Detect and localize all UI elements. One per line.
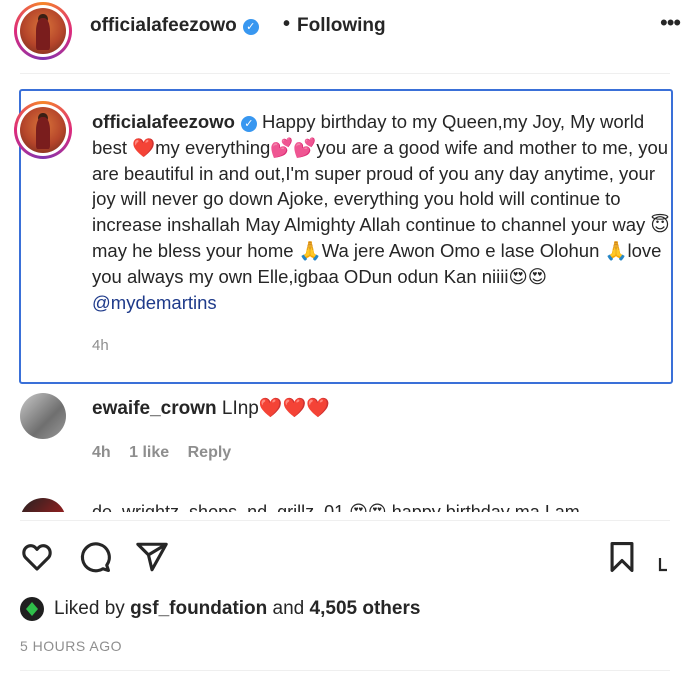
- partial-icon: [658, 558, 667, 572]
- likes-prefix: Liked by: [54, 598, 125, 619]
- comment-username[interactable]: ewaife_crown: [92, 398, 217, 419]
- partial-comment-avatar[interactable]: [20, 498, 66, 512]
- send-icon[interactable]: [135, 540, 169, 574]
- avatar-figure: [35, 18, 51, 51]
- comment-avatar[interactable]: [20, 393, 66, 439]
- likes-user[interactable]: gsf_foundation: [130, 598, 267, 619]
- following-button[interactable]: Following: [297, 15, 386, 37]
- partial-comment-text: de_wrightz_shops_nd_grillz_01 😍😍 happy b…: [92, 502, 580, 512]
- comment-time[interactable]: 4h: [92, 444, 111, 461]
- bottom-divider: [20, 670, 670, 671]
- caption-time[interactable]: 4h: [92, 337, 109, 354]
- header-divider: [20, 73, 670, 74]
- caption-avatar[interactable]: [20, 107, 66, 153]
- caption-text: officialafeezowo ✓ Happy birthday to my Q…: [92, 109, 672, 319]
- actions-divider: [20, 520, 670, 521]
- comment-body: LInp❤️❤️❤️: [221, 398, 330, 419]
- caption-username[interactable]: officialafeezowo: [92, 111, 235, 132]
- header-separator: •: [283, 13, 291, 35]
- comment-text: ewaife_crown LInp❤️❤️❤️: [92, 396, 330, 420]
- liker-logo-icon: [26, 602, 38, 616]
- avatar-figure: [35, 117, 51, 150]
- caption-body: Happy birthday to my Queen,my Joy, My wo…: [92, 111, 670, 287]
- likes-middle: and: [272, 598, 305, 619]
- liker-avatar[interactable]: [20, 597, 44, 621]
- comment-likes[interactable]: 1 like: [129, 444, 169, 461]
- comment-icon[interactable]: [78, 540, 112, 574]
- more-dots-icon[interactable]: •••: [660, 10, 681, 36]
- partial-comment-row[interactable]: de_wrightz_shops_nd_grillz_01 😍😍 happy b…: [20, 498, 670, 512]
- likes-summary: Liked by gsf_foundation and 4,505 others: [54, 598, 420, 620]
- header-avatar[interactable]: [20, 8, 66, 54]
- comment-meta: 4h 1 like Reply: [92, 444, 245, 462]
- bookmark-icon[interactable]: [605, 540, 639, 574]
- comment-reply-button[interactable]: Reply: [188, 444, 232, 461]
- header-username[interactable]: officialafeezowo ✓: [90, 15, 259, 37]
- verified-badge-icon: ✓: [240, 116, 257, 132]
- heart-icon[interactable]: [20, 540, 54, 574]
- likes-others[interactable]: 4,505 others: [310, 598, 421, 619]
- verified-badge-icon: ✓: [242, 19, 259, 35]
- header-username-text[interactable]: officialafeezowo: [90, 15, 237, 36]
- post-timestamp[interactable]: 5 HOURS AGO: [20, 638, 122, 654]
- caption-mention[interactable]: @mydemartins: [92, 292, 217, 313]
